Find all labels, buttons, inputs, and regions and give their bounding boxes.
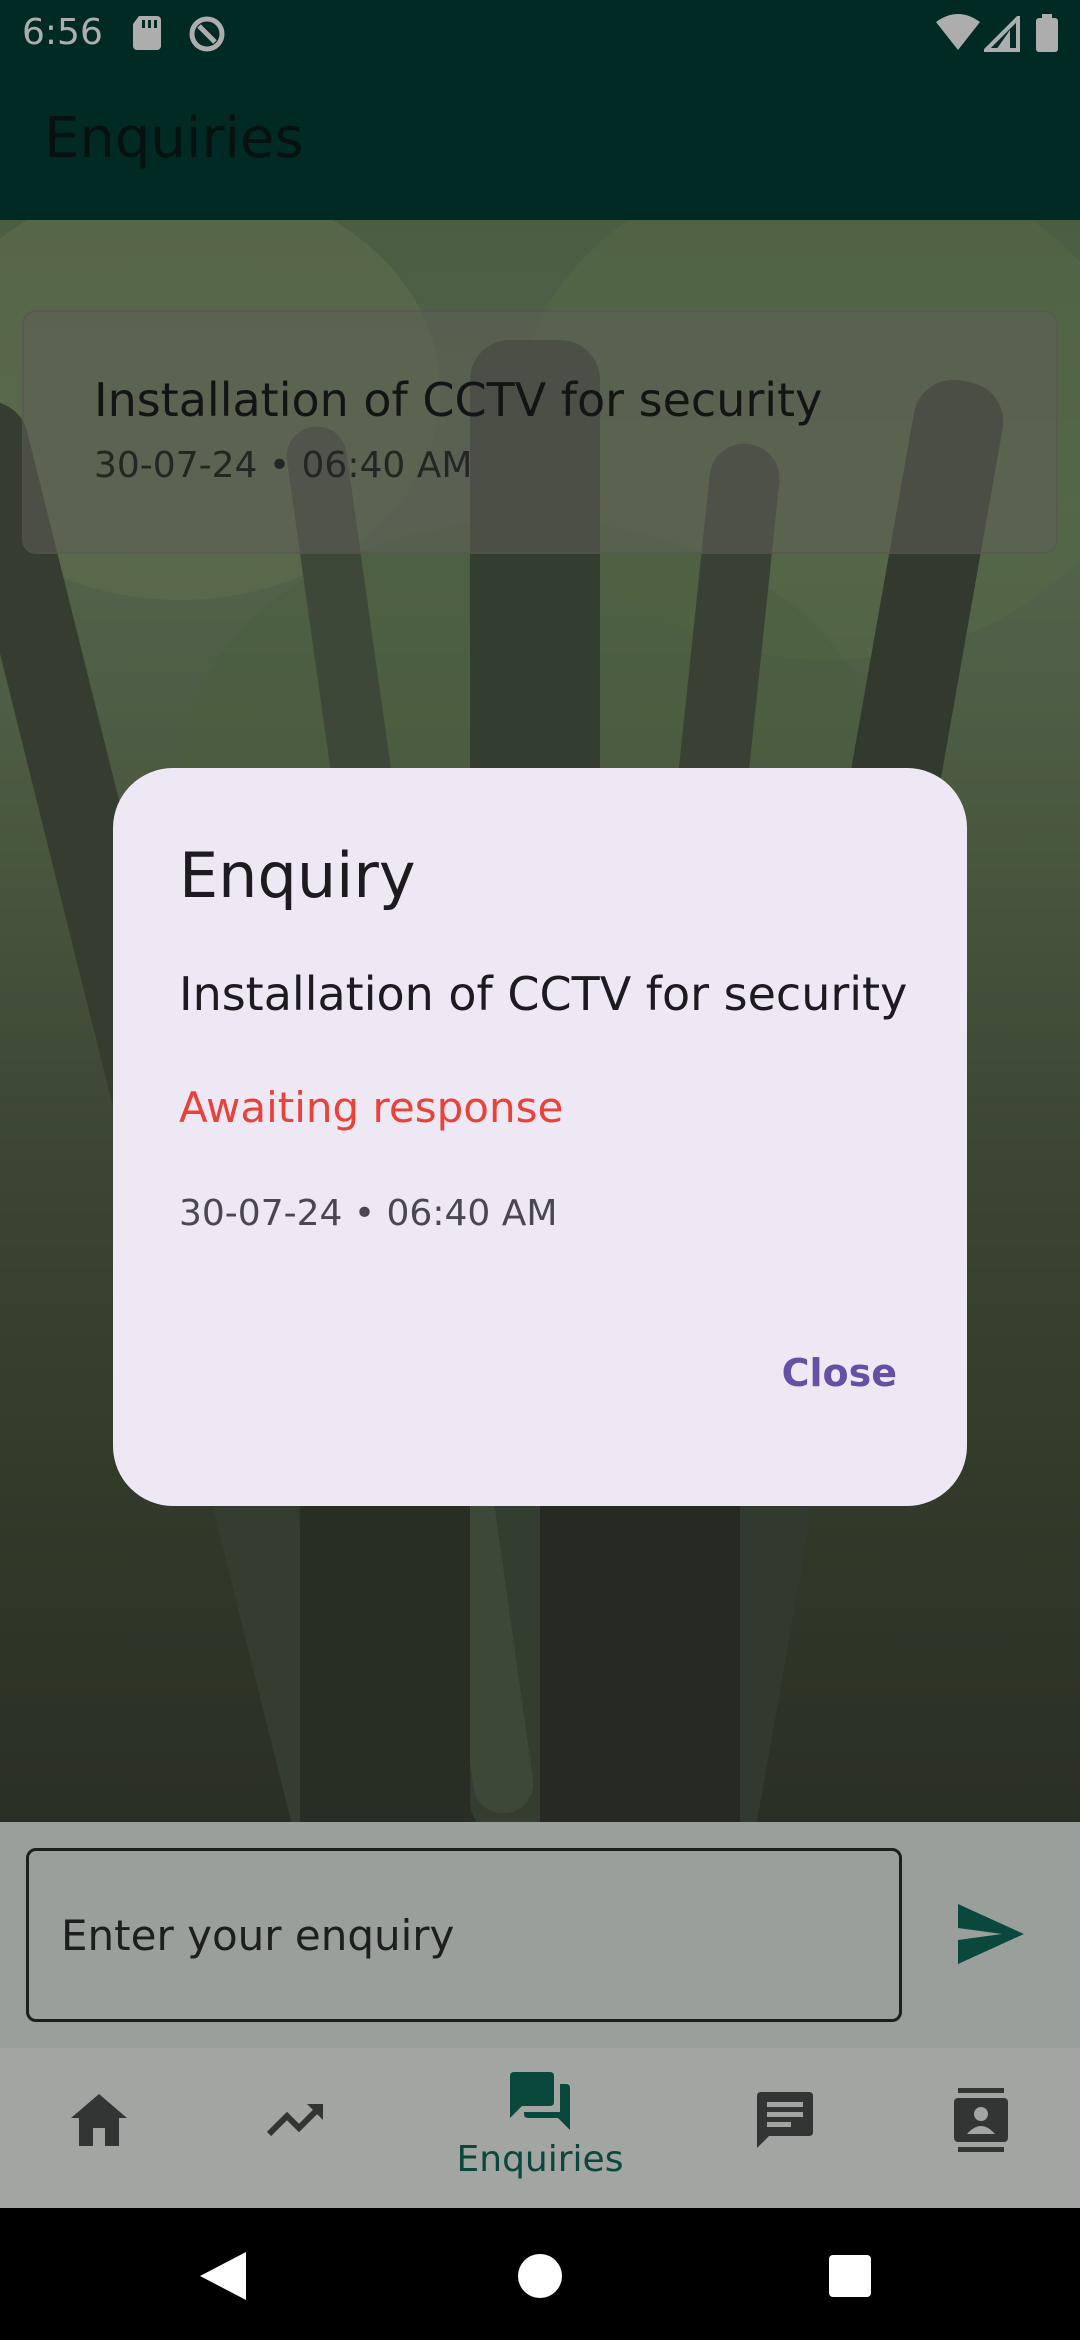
close-button[interactable]: Close (782, 1346, 897, 1400)
dialog-enquiry-text: Installation of CCTV for security (179, 967, 908, 1021)
recents-button[interactable] (829, 2255, 871, 2297)
home-button[interactable] (518, 2254, 562, 2298)
dialog-title: Enquiry (179, 839, 416, 912)
enquiry-dialog: Enquiry Installation of CCTV for securit… (113, 768, 967, 1506)
dialog-status-text: Awaiting response (179, 1083, 564, 1132)
back-icon[interactable] (200, 2252, 246, 2300)
dialog-timestamp: 30-07-24 • 06:40 AM (179, 1193, 558, 1234)
system-navigation-bar (0, 2208, 1080, 2340)
